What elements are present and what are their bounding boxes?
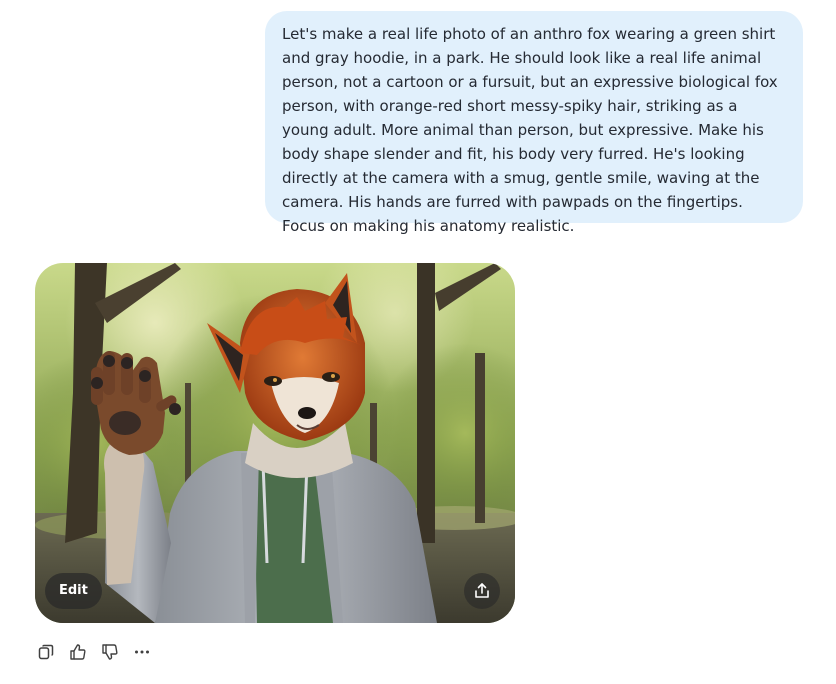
edit-image-button[interactable]: Edit: [45, 573, 102, 609]
thumbs-up-icon: [70, 644, 86, 660]
thumbs-down-icon: [102, 644, 118, 660]
more-options-button[interactable]: [131, 641, 153, 663]
more-icon: [135, 650, 149, 654]
message-actions: [35, 641, 163, 663]
copy-button[interactable]: [35, 641, 57, 663]
share-button[interactable]: [464, 573, 500, 609]
user-message-text: Let's make a real life photo of an anthr…: [282, 25, 778, 235]
thumbs-up-button[interactable]: [67, 641, 89, 663]
generated-image: [35, 263, 515, 623]
user-message-bubble: Let's make a real life photo of an anthr…: [265, 11, 803, 235]
generated-image-card[interactable]: Edit: [35, 263, 515, 623]
chat-page: Let's make a real life photo of an anthr…: [0, 0, 836, 684]
share-icon: [475, 583, 489, 598]
copy-icon: [38, 644, 54, 660]
thumbs-down-button[interactable]: [99, 641, 121, 663]
